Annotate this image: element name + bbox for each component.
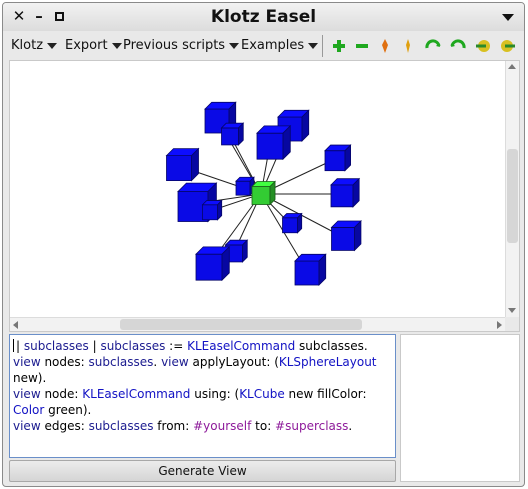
menu-examples[interactable]: Examples xyxy=(241,38,319,53)
subclass-cube-node[interactable] xyxy=(281,212,303,234)
rotate-left-icon xyxy=(425,39,441,49)
code-token: view xyxy=(161,355,189,369)
view-canvas[interactable] xyxy=(9,60,520,332)
code-token: new fillColor: xyxy=(284,387,367,401)
subclass-cube-node[interactable] xyxy=(324,144,352,172)
subclass-cube-node[interactable] xyxy=(195,245,231,282)
toolbar-separator xyxy=(322,35,323,57)
code-token: view xyxy=(13,355,41,369)
script-editor[interactable]: | subclasses | subclasses := KLEaselComm… xyxy=(9,334,396,458)
window-title: Klotz Easel xyxy=(210,7,317,27)
code-token: view xyxy=(13,419,41,433)
generate-view-button[interactable]: Generate View xyxy=(9,460,396,482)
scroll-left-icon[interactable] xyxy=(13,321,18,329)
code-token: #yourself xyxy=(193,419,252,433)
code-token: | xyxy=(16,339,24,353)
root-cube-node[interactable] xyxy=(251,180,277,206)
subclass-cube-node[interactable] xyxy=(330,220,362,252)
menu-export[interactable]: Export xyxy=(65,38,122,53)
chevron-down-icon xyxy=(111,42,122,49)
code-token: from: xyxy=(153,419,194,433)
subclass-cube-node[interactable] xyxy=(294,253,327,286)
menu-examples-label: Examples xyxy=(241,38,305,53)
code-token: subclasses. xyxy=(295,339,368,353)
rotate-left-button[interactable] xyxy=(424,37,442,55)
pan-left-button[interactable] xyxy=(474,37,492,55)
subclass-cube-node[interactable] xyxy=(235,176,255,197)
code-token: green). xyxy=(44,403,92,417)
menu-previous-scripts-label: Previous scripts xyxy=(123,38,226,53)
horizontal-scroll-thumb[interactable] xyxy=(120,319,362,330)
cube-graph[interactable] xyxy=(10,61,506,318)
menu-bar: Klotz Export Previous scripts Examples xyxy=(3,32,524,59)
pan-left-icon xyxy=(476,40,490,52)
menu-klotz[interactable]: Klotz xyxy=(11,38,58,53)
scroll-down-icon[interactable] xyxy=(508,308,516,313)
code-token: := xyxy=(165,339,188,353)
scroll-up-icon[interactable] xyxy=(508,64,516,69)
code-token: edges: xyxy=(40,419,89,433)
code-line: view nodes: subclasses. view applyLayout… xyxy=(13,354,392,370)
code-token: . xyxy=(348,419,353,433)
code-token: | xyxy=(88,339,101,353)
menu-klotz-label: Klotz xyxy=(11,38,44,53)
code-token: nodes: xyxy=(40,355,89,369)
subclass-cube-node[interactable] xyxy=(201,199,223,221)
code-token: subclasses xyxy=(23,339,89,353)
code-token: KLSphereLayout xyxy=(278,355,377,369)
chevron-down-icon xyxy=(308,42,319,49)
code-token: #superclass xyxy=(275,419,349,433)
code-token: KLEaselCommand xyxy=(187,339,296,353)
code-line: view node: KLEaselCommand using: (KLCube… xyxy=(13,386,392,402)
menu-export-label: Export xyxy=(65,38,108,53)
window-menu-icon[interactable] xyxy=(500,7,516,25)
title-bar[interactable]: ✕ – Klotz Easel xyxy=(3,3,524,31)
side-pane xyxy=(400,334,520,482)
zoom-out-button[interactable] xyxy=(353,37,371,55)
code-token: applyLayout: ( xyxy=(188,355,279,369)
zoom-in-button[interactable] xyxy=(330,37,348,55)
menu-previous-scripts[interactable]: Previous scripts xyxy=(123,38,240,53)
code-line: Color green). xyxy=(13,402,392,418)
zoom-out-icon xyxy=(356,44,368,48)
code-token: view xyxy=(13,387,41,401)
horizontal-scrollbar[interactable] xyxy=(10,317,507,331)
code-line: view edges: subclasses from: #yourself t… xyxy=(13,418,392,434)
scroll-right-icon[interactable] xyxy=(497,321,502,329)
scroll-corner xyxy=(505,317,519,331)
chevron-down-icon xyxy=(47,42,58,49)
code-token: KLEaselCommand xyxy=(82,387,191,401)
code-token: subclasses xyxy=(88,419,154,433)
pin-alt-button[interactable] xyxy=(399,37,417,55)
zoom-in-icon xyxy=(333,40,345,52)
pan-right-icon xyxy=(501,40,515,52)
code-token: Color xyxy=(13,403,45,417)
pan-right-button[interactable] xyxy=(499,37,517,55)
code-token: new). xyxy=(13,371,47,385)
code-line: | subclasses | subclasses := KLEaselComm… xyxy=(13,338,392,354)
rotate-right-button[interactable] xyxy=(449,37,467,55)
code-line: new). xyxy=(13,370,392,386)
pin-button[interactable] xyxy=(376,37,394,55)
subclass-cube-node[interactable] xyxy=(330,177,361,208)
code-token: subclasses xyxy=(100,339,166,353)
rotate-right-icon xyxy=(450,39,466,49)
vertical-scroll-thumb[interactable] xyxy=(507,149,518,243)
subclass-cube-node[interactable] xyxy=(165,147,200,182)
easel-window: ✕ – Klotz Easel Klotz Export Previous sc… xyxy=(2,2,525,487)
code-token: . xyxy=(153,355,162,369)
code-token: KLCube xyxy=(239,387,285,401)
subclass-cube-node[interactable] xyxy=(256,124,292,161)
text-cursor xyxy=(13,339,14,352)
chevron-down-icon xyxy=(229,42,240,49)
subclass-cube-node[interactable] xyxy=(220,122,245,146)
pin-icon xyxy=(382,39,388,53)
code-token: subclasses xyxy=(88,355,154,369)
code-token: to: xyxy=(251,419,276,433)
code-token: node: xyxy=(40,387,83,401)
vertical-scrollbar[interactable] xyxy=(505,61,519,319)
code-token: using: ( xyxy=(190,387,240,401)
pin-alt-icon xyxy=(406,39,410,53)
